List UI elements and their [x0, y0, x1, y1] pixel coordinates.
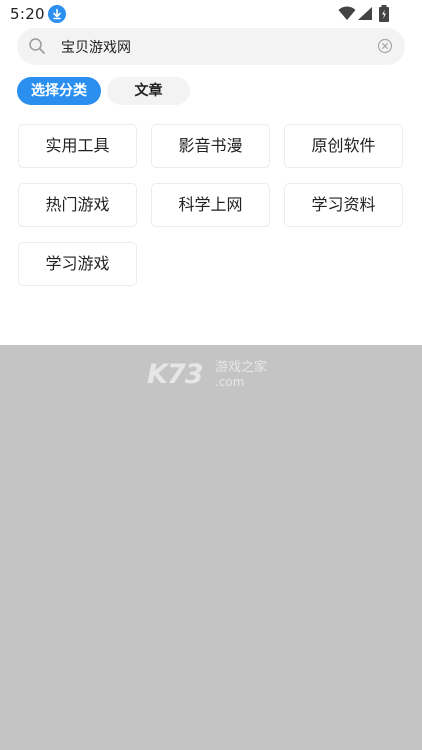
category-button-study-materials[interactable]: 学习资料: [284, 183, 403, 227]
wifi-icon: [338, 6, 356, 20]
search-bar[interactable]: [17, 28, 405, 65]
signal-icon: [358, 7, 372, 20]
status-bar: 5:20: [0, 0, 422, 28]
category-button-vpn[interactable]: 科学上网: [151, 183, 270, 227]
category-button-hot-games[interactable]: 热门游戏: [18, 183, 137, 227]
search-panel: 5:20 选择分类 文章 实用工具 影音: [0, 0, 422, 345]
search-input[interactable]: [61, 28, 361, 65]
category-button-media[interactable]: 影音书漫: [151, 124, 270, 168]
dim-overlay[interactable]: [0, 345, 422, 750]
battery-icon: [379, 5, 389, 22]
category-button-tools[interactable]: 实用工具: [18, 124, 137, 168]
clear-icon[interactable]: [377, 38, 393, 54]
search-icon: [29, 38, 45, 54]
category-button-original-software[interactable]: 原创软件: [284, 124, 403, 168]
tab-select-category[interactable]: 选择分类: [17, 77, 101, 105]
category-button-learning-games[interactable]: 学习游戏: [18, 242, 137, 286]
tab-articles[interactable]: 文章: [107, 77, 190, 105]
k73-watermark-logo: K73 游戏之家 .com: [147, 360, 277, 392]
watermark-text-line1: 游戏之家: [215, 360, 268, 375]
status-time: 5:20: [10, 5, 45, 23]
watermark-logo-text: K73: [147, 359, 203, 390]
watermark-text-line2: .com: [215, 375, 245, 389]
download-icon: [48, 5, 66, 23]
